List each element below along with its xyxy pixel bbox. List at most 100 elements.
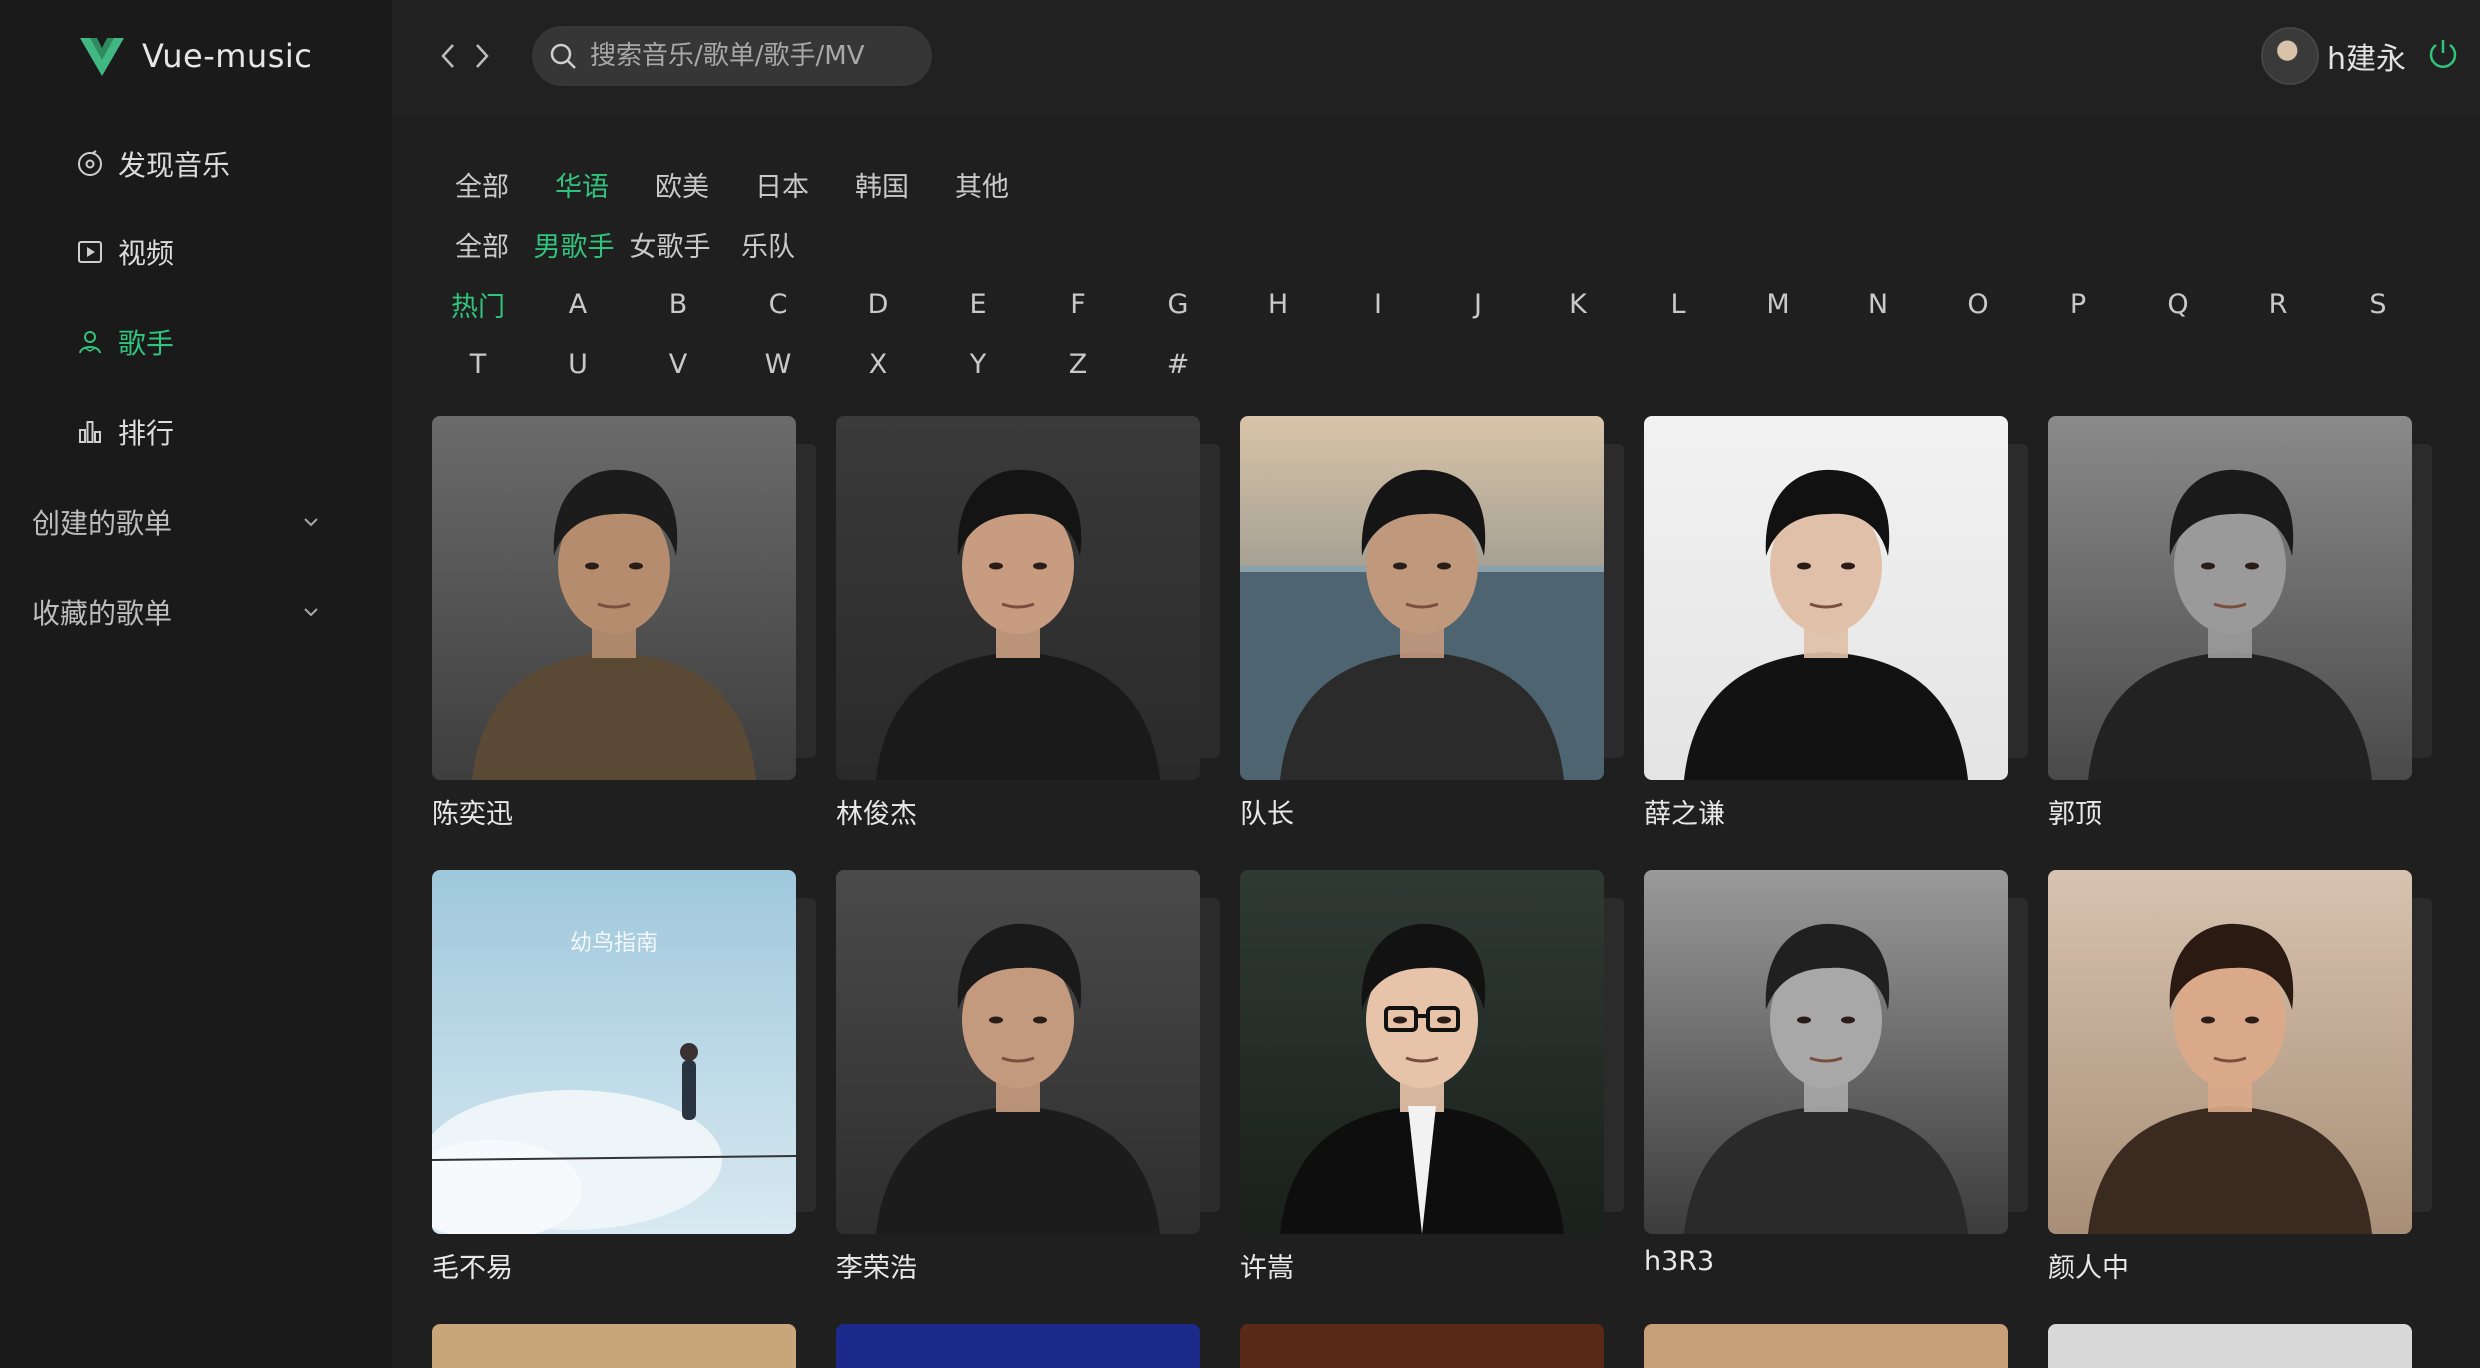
filter-type-all[interactable]: 全部 [452,225,512,264]
filter-initial-hash[interactable]: # [1140,349,1216,380]
filter-area-other[interactable]: 其他 [952,165,1012,204]
artist-name[interactable]: 陈奕迅 [432,792,513,831]
artist-name[interactable]: 队长 [1240,792,1294,831]
artist-card-partial[interactable] [1644,1324,2024,1368]
artist-cover[interactable] [432,416,816,780]
avatar[interactable] [2260,27,2319,85]
artist-card[interactable]: h3R3 [1644,870,2028,1277]
artist-cover[interactable] [1240,870,1624,1234]
created-playlists-toggle[interactable]: 创建的歌单 [32,498,322,546]
logout-button[interactable] [2426,37,2460,75]
artist-cover[interactable] [2048,870,2432,1234]
sidebar-item-ranking[interactable]: 排行 [76,408,174,456]
artist-cover[interactable] [1240,416,1624,780]
filter-initial-t[interactable]: T [440,349,516,380]
power-icon [2429,40,2457,68]
artist-cover-image [1240,870,1604,1234]
app-name: Vue-music [142,37,313,75]
filter-area-western[interactable]: 欧美 [652,165,712,204]
filter-initial-f[interactable]: F [1040,289,1116,320]
filter-area-japan[interactable]: 日本 [752,165,812,204]
filter-area-korea[interactable]: 韩国 [852,165,912,204]
search-input[interactable] [590,41,910,71]
filter-initial-p[interactable]: P [2040,289,2116,320]
filter-initial-u[interactable]: U [540,349,616,380]
artist-name[interactable]: 林俊杰 [836,792,917,831]
artist-card[interactable]: 林俊杰 [836,416,1220,830]
artist-cover[interactable]: 幼鸟指南 [432,870,816,1234]
artist-cover[interactable] [2048,416,2432,780]
username[interactable]: h建永 [2327,34,2406,78]
filter-initial-g[interactable]: G [1140,289,1216,320]
artist-card[interactable]: 队长 [1240,416,1624,830]
artist-cover[interactable] [836,416,1220,780]
filter-initial-l[interactable]: L [1640,289,1716,320]
filter-initial-v[interactable]: V [640,349,716,380]
filter-initial-a[interactable]: A [540,289,616,320]
artist-name[interactable]: 颜人中 [2048,1246,2129,1285]
artist-card-partial[interactable] [1240,1324,1620,1368]
filter-initial-q[interactable]: Q [2140,289,2216,320]
filter-initial-z[interactable]: Z [1040,349,1116,380]
artist-card[interactable]: 许嵩 [1240,870,1624,1284]
artist-cover[interactable] [836,870,1220,1234]
artist-card[interactable]: 颜人中 [2048,870,2432,1284]
filter-initial-k[interactable]: K [1540,289,1616,320]
music-disc-icon [76,150,104,178]
back-button[interactable] [434,40,462,72]
filter-type-band[interactable]: 乐队 [738,225,798,264]
filter-area-all[interactable]: 全部 [452,165,512,204]
collected-playlists-toggle[interactable]: 收藏的歌单 [32,588,322,636]
filter-initial-s[interactable]: S [2340,289,2416,320]
artist-name[interactable]: 李荣浩 [836,1246,917,1285]
forward-button[interactable] [468,40,496,72]
artist-card[interactable]: 薛之谦 [1644,416,2028,830]
artist-name[interactable]: 毛不易 [432,1246,513,1285]
filter-initial-x[interactable]: X [840,349,916,380]
artist-name[interactable]: h3R3 [1644,1246,1714,1277]
artist-cover-frame [1240,870,1604,1234]
sidebar-group-label: 收藏的歌单 [32,597,173,630]
filter-initial-w[interactable]: W [740,349,816,380]
sidebar-item-video[interactable]: 视频 [76,228,174,276]
initial-filter-row-2: T U V W X Y Z # [440,340,1240,388]
filter-initial-j[interactable]: J [1440,289,1516,320]
filter-initial-m[interactable]: M [1740,289,1816,320]
artist-card-partial[interactable] [836,1324,1216,1368]
artist-cover-partial [1644,1324,2008,1368]
filter-initial-i[interactable]: I [1340,289,1416,320]
filter-initial-c[interactable]: C [740,289,816,320]
filter-type-female[interactable]: 女歌手 [628,225,712,264]
filter-initial-h[interactable]: H [1240,289,1316,320]
artist-card[interactable]: 郭顶 [2048,416,2432,830]
filter-initial-o[interactable]: O [1940,289,2016,320]
artist-card-partial[interactable] [2048,1324,2428,1368]
artist-cover-partial [836,1324,1200,1368]
artist-card[interactable]: 陈奕迅 [432,416,816,830]
artist-name[interactable]: 薛之谦 [1644,792,1725,831]
filter-initial-hot[interactable]: 热门 [440,285,516,324]
app-logo[interactable]: Vue-music [80,34,312,78]
filter-initial-y[interactable]: Y [940,349,1016,380]
search-box[interactable] [532,26,932,86]
filter-area-chinese[interactable]: 华语 [552,165,612,204]
filter-initial-b[interactable]: B [640,289,716,320]
artist-cover[interactable] [1644,870,2028,1234]
artist-cover-frame [836,870,1200,1234]
sidebar-item-discover[interactable]: 发现音乐 [76,140,230,188]
artist-cover-frame [1644,870,2008,1234]
filter-initial-r[interactable]: R [2240,289,2316,320]
artist-cover-image [2048,416,2412,780]
artist-cover-frame [2048,416,2412,780]
artist-name[interactable]: 郭顶 [2048,792,2102,831]
artist-card[interactable]: 幼鸟指南 毛不易 [432,870,816,1284]
filter-initial-e[interactable]: E [940,289,1016,320]
artist-card-partial[interactable] [432,1324,812,1368]
sidebar-item-singer[interactable]: 歌手 [76,318,174,366]
filter-initial-n[interactable]: N [1840,289,1916,320]
artist-card[interactable]: 李荣浩 [836,870,1220,1284]
artist-name[interactable]: 许嵩 [1240,1246,1294,1285]
artist-cover[interactable] [1644,416,2028,780]
filter-initial-d[interactable]: D [840,289,916,320]
filter-type-male[interactable]: 男歌手 [532,225,616,264]
